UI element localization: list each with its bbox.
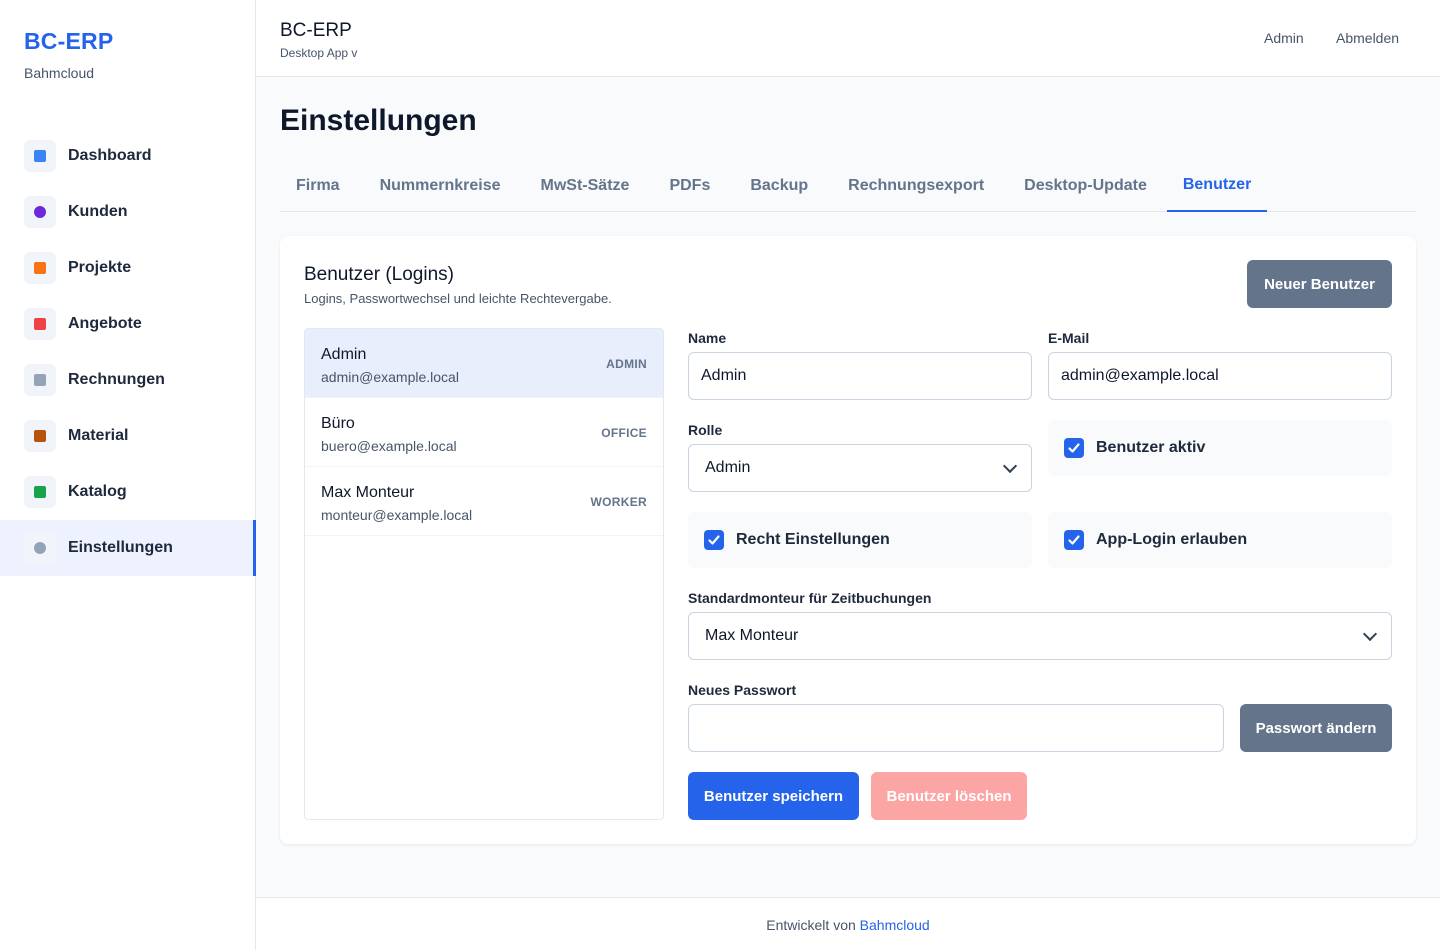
sidebar-item-rechnungen[interactable]: Rechnungen bbox=[0, 352, 255, 408]
tab-mwst-saetze[interactable]: MwSt-Sätze bbox=[521, 164, 650, 212]
tab-pdfs[interactable]: PDFs bbox=[649, 164, 730, 212]
app-version: Desktop App v bbox=[280, 46, 358, 60]
change-password-button[interactable]: Passwort ändern bbox=[1240, 704, 1392, 752]
tab-rechnungsexport[interactable]: Rechnungsexport bbox=[828, 164, 1004, 212]
logout-link[interactable]: Abmelden bbox=[1336, 30, 1399, 46]
sidebar-item-einstellungen[interactable]: Einstellungen bbox=[0, 520, 256, 576]
user-name: Admin bbox=[321, 346, 367, 363]
brand-title: BC-ERP bbox=[24, 28, 114, 54]
user-email: admin@example.local bbox=[321, 369, 459, 385]
app-title: BC-ERP bbox=[280, 20, 352, 41]
email-field[interactable] bbox=[1048, 352, 1392, 400]
name-field[interactable] bbox=[688, 352, 1032, 400]
delete-user-button[interactable]: Benutzer löschen bbox=[871, 772, 1027, 820]
footer-link[interactable]: Bahmcloud bbox=[860, 917, 930, 933]
footer: Entwickelt von Bahmcloud bbox=[256, 897, 1440, 950]
new-password-field[interactable] bbox=[688, 704, 1224, 752]
user-email: monteur@example.local bbox=[321, 507, 473, 523]
default-worker-label: Standardmonteur für Zeitbuchungen bbox=[688, 590, 932, 606]
settings-right-label: Recht Einstellungen bbox=[736, 531, 890, 548]
role-select[interactable]: Admin bbox=[688, 444, 1032, 492]
check-icon bbox=[1068, 535, 1080, 545]
sidebar-item-label: Rechnungen bbox=[68, 371, 165, 388]
active-checkbox-label: Benutzer aktiv bbox=[1096, 439, 1206, 456]
card-subtitle: Logins, Passwortwechsel und leichte Rech… bbox=[304, 291, 612, 306]
sidebar-item-material[interactable]: Material bbox=[0, 408, 255, 464]
user-name: Büro bbox=[321, 415, 355, 432]
sidebar-item-label: Angebote bbox=[68, 315, 142, 332]
check-icon bbox=[708, 535, 720, 545]
tab-firma[interactable]: Firma bbox=[280, 164, 360, 212]
settings-right-checkbox[interactable] bbox=[704, 530, 724, 550]
chevron-down-icon bbox=[1002, 458, 1018, 473]
sidebar-item-angebote[interactable]: Angebote bbox=[0, 296, 255, 352]
construction-icon bbox=[24, 252, 56, 284]
users-icon bbox=[24, 196, 56, 228]
tab-backup[interactable]: Backup bbox=[730, 164, 828, 212]
footer-text: Entwickelt von bbox=[766, 917, 856, 933]
role-label: Rolle bbox=[688, 422, 723, 438]
new-user-button[interactable]: Neuer Benutzer bbox=[1247, 260, 1392, 308]
user-role-badge: OFFICE bbox=[601, 426, 647, 440]
sidebar-item-projekte[interactable]: Projekte bbox=[0, 240, 255, 296]
app-login-label: App-Login erlauben bbox=[1096, 531, 1248, 548]
user-role-badge: WORKER bbox=[590, 495, 647, 509]
email-label: E-Mail bbox=[1048, 330, 1090, 346]
sidebar-nav: Dashboard Kunden Projekte Angebote Rechn… bbox=[0, 128, 256, 576]
top-header: BC-ERP Desktop App v Admin Abmelden bbox=[256, 0, 1440, 77]
user-email: buero@example.local bbox=[321, 438, 457, 454]
app-login-checkbox[interactable] bbox=[1064, 530, 1084, 550]
settings-right-toggle[interactable]: Recht Einstellungen bbox=[688, 512, 1032, 568]
card-title: Benutzer (Logins) bbox=[304, 264, 454, 285]
user-role-badge: ADMIN bbox=[606, 357, 647, 371]
default-worker-select[interactable]: Max Monteur bbox=[688, 612, 1392, 660]
tab-benutzer[interactable]: Benutzer bbox=[1166, 164, 1268, 212]
gear-icon bbox=[24, 532, 56, 564]
sidebar-item-label: Kunden bbox=[68, 203, 128, 220]
name-label: Name bbox=[688, 330, 727, 346]
chart-icon bbox=[24, 140, 56, 172]
sidebar-item-label: Dashboard bbox=[68, 147, 152, 164]
sidebar-item-label: Einstellungen bbox=[68, 539, 173, 556]
role-select-value: Admin bbox=[705, 459, 751, 476]
memo-icon bbox=[24, 308, 56, 340]
users-card: Benutzer (Logins) Logins, Passwortwechse… bbox=[280, 236, 1416, 844]
sidebar-item-kunden[interactable]: Kunden bbox=[0, 184, 255, 240]
check-icon bbox=[1068, 443, 1080, 453]
current-user-link[interactable]: Admin bbox=[1264, 30, 1304, 46]
list-item-user[interactable]: Max Monteur monteur@example.local WORKER bbox=[305, 467, 663, 536]
sidebar-item-label: Material bbox=[68, 427, 129, 444]
user-name: Max Monteur bbox=[321, 484, 415, 501]
receipt-icon bbox=[24, 364, 56, 396]
sidebar-item-label: Projekte bbox=[68, 259, 132, 276]
active-checkbox[interactable] bbox=[1064, 438, 1084, 458]
user-list: Admin admin@example.local ADMIN Büro bue… bbox=[304, 328, 664, 820]
package-icon bbox=[24, 420, 56, 452]
brand-subtitle: Bahmcloud bbox=[24, 65, 95, 81]
default-worker-value: Max Monteur bbox=[705, 627, 799, 644]
list-item-user[interactable]: Admin admin@example.local ADMIN bbox=[305, 329, 663, 398]
brand: BC-ERP Bahmcloud bbox=[24, 28, 113, 81]
sidebar-item-label: Katalog bbox=[68, 483, 127, 500]
app-login-toggle[interactable]: App-Login erlauben bbox=[1048, 512, 1392, 568]
tab-desktop-update[interactable]: Desktop-Update bbox=[1004, 164, 1167, 212]
list-item-user[interactable]: Büro buero@example.local OFFICE bbox=[305, 398, 663, 467]
sidebar: BC-ERP Bahmcloud Dashboard Kunden Projek… bbox=[0, 0, 256, 950]
chevron-down-icon bbox=[1362, 626, 1378, 641]
page-title: Einstellungen bbox=[280, 104, 477, 137]
sidebar-item-katalog[interactable]: Katalog bbox=[0, 464, 255, 520]
tab-nummernkreise[interactable]: Nummernkreise bbox=[360, 164, 521, 212]
active-toggle[interactable]: Benutzer aktiv bbox=[1048, 420, 1392, 476]
save-user-button[interactable]: Benutzer speichern bbox=[688, 772, 859, 820]
new-password-label: Neues Passwort bbox=[688, 682, 797, 698]
sidebar-item-dashboard[interactable]: Dashboard bbox=[0, 128, 255, 184]
books-icon bbox=[24, 476, 56, 508]
settings-tabs: Firma Nummernkreise MwSt-Sätze PDFs Back… bbox=[280, 164, 1416, 212]
